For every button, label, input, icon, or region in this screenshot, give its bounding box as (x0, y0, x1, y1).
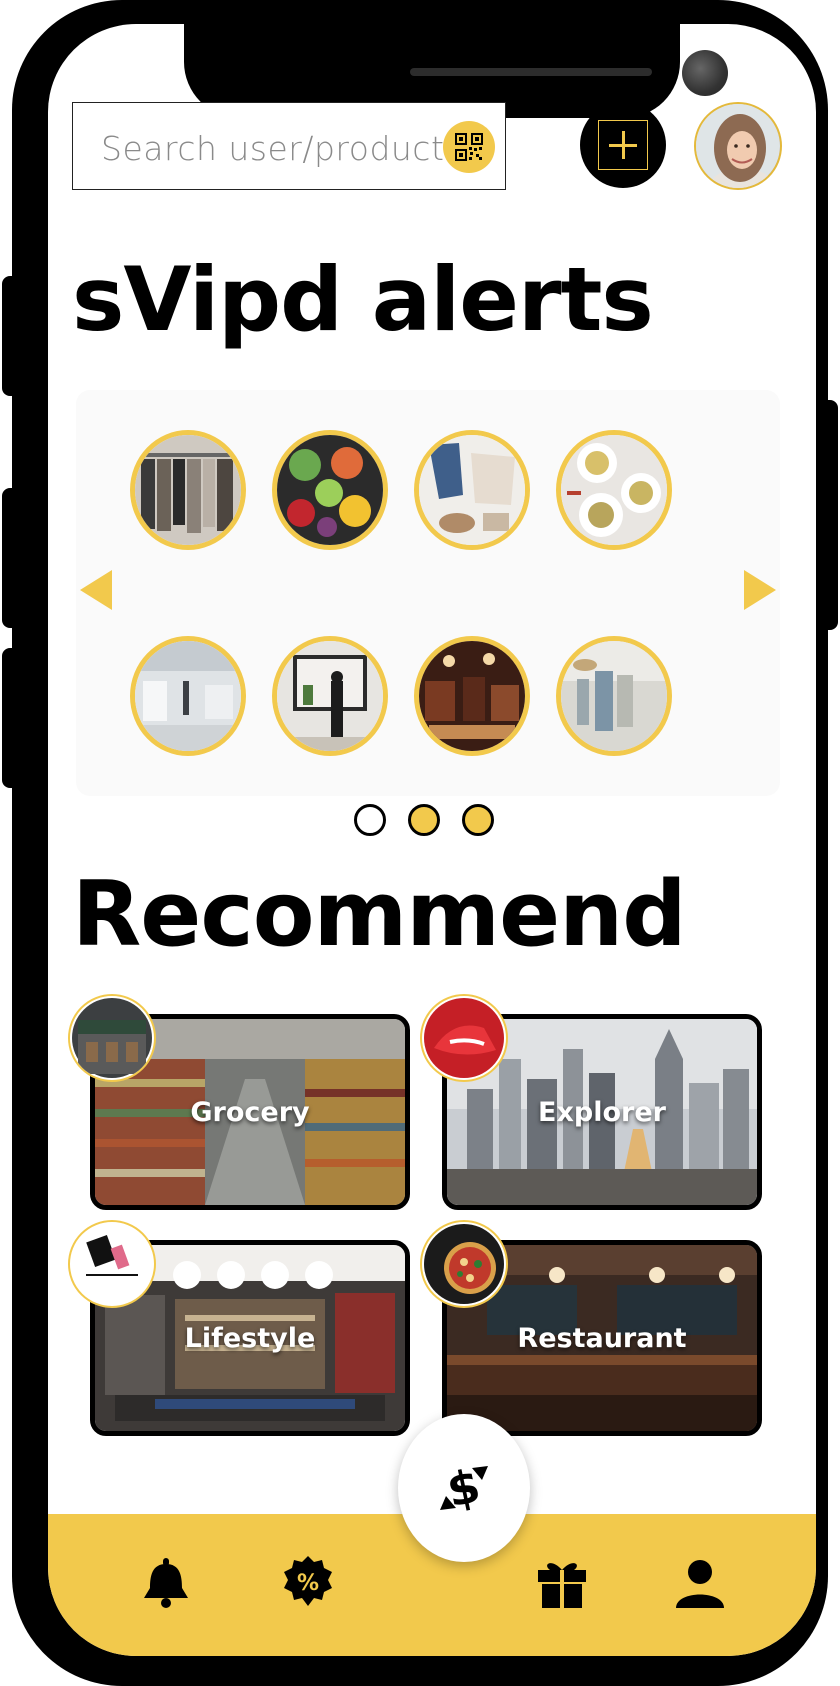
alert-thumb-boutique[interactable] (556, 636, 672, 756)
alert-thumb-clothing-rack[interactable] (130, 430, 246, 550)
search-input[interactable]: Search user/product (101, 129, 444, 168)
alert-thumb-antique-shop[interactable] (414, 636, 530, 756)
nav-item-profile[interactable] (672, 1554, 728, 1610)
avatar[interactable] (694, 102, 782, 190)
gift-icon (538, 1563, 586, 1608)
alert-thumb-vegetables[interactable] (272, 430, 388, 550)
alerts-carousel (76, 390, 780, 796)
screen: Search user/product sVipd alerts Recomme… (48, 24, 816, 1656)
profile-icon (676, 1560, 724, 1608)
currency-exchange-button[interactable]: $ (398, 1414, 530, 1562)
svg-text:%: % (297, 1571, 319, 1596)
carousel-pagination (354, 804, 494, 836)
front-camera (682, 50, 728, 96)
phone-frame: Search user/product sVipd alerts Recomme… (2, 0, 838, 1686)
currency-exchange-icon: $ (440, 1458, 488, 1518)
search-box[interactable]: Search user/product (72, 102, 506, 190)
side-button-power (820, 400, 838, 630)
qr-code-icon (455, 133, 483, 161)
carousel-next-icon[interactable] (744, 570, 776, 610)
speaker (410, 68, 652, 76)
recommend-title: Recommend (72, 862, 687, 967)
badge-pizza (420, 1220, 508, 1308)
user-avatar-image (696, 104, 780, 188)
discount-badge-icon: % (284, 1556, 332, 1606)
nav-item-notifications[interactable] (138, 1554, 194, 1610)
side-button-mute (2, 276, 20, 396)
pagination-dot-2[interactable] (408, 804, 440, 836)
card-label-grocery: Grocery (190, 1097, 310, 1128)
card-label-lifestyle: Lifestyle (184, 1323, 316, 1354)
alert-thumb-store-interior[interactable] (130, 636, 246, 756)
badge-gucci-logo (68, 1220, 156, 1308)
pagination-dot-3[interactable] (462, 804, 494, 836)
pagination-dot-1[interactable] (354, 804, 386, 836)
plus-icon (598, 120, 648, 170)
nav-item-discounts[interactable]: % (280, 1554, 336, 1610)
side-button-volume-down (2, 648, 20, 788)
alert-thumb-salad-plates[interactable] (556, 430, 672, 550)
card-label-explorer: Explorer (538, 1097, 666, 1128)
nav-item-rewards[interactable] (534, 1554, 590, 1610)
carousel-prev-icon[interactable] (80, 570, 112, 610)
alert-thumb-fashion-flatlay[interactable] (414, 430, 530, 550)
alert-thumb-shop-window[interactable] (272, 636, 388, 756)
side-button-volume-up (2, 488, 20, 628)
qr-code-button[interactable] (443, 121, 495, 173)
card-label-restaurant: Restaurant (517, 1323, 687, 1354)
badge-red-sneaker (420, 994, 508, 1082)
alerts-title: sVipd alerts (72, 248, 654, 351)
bell-icon (144, 1558, 188, 1608)
badge-whole-foods-logo (68, 994, 156, 1082)
add-button[interactable] (580, 102, 666, 188)
